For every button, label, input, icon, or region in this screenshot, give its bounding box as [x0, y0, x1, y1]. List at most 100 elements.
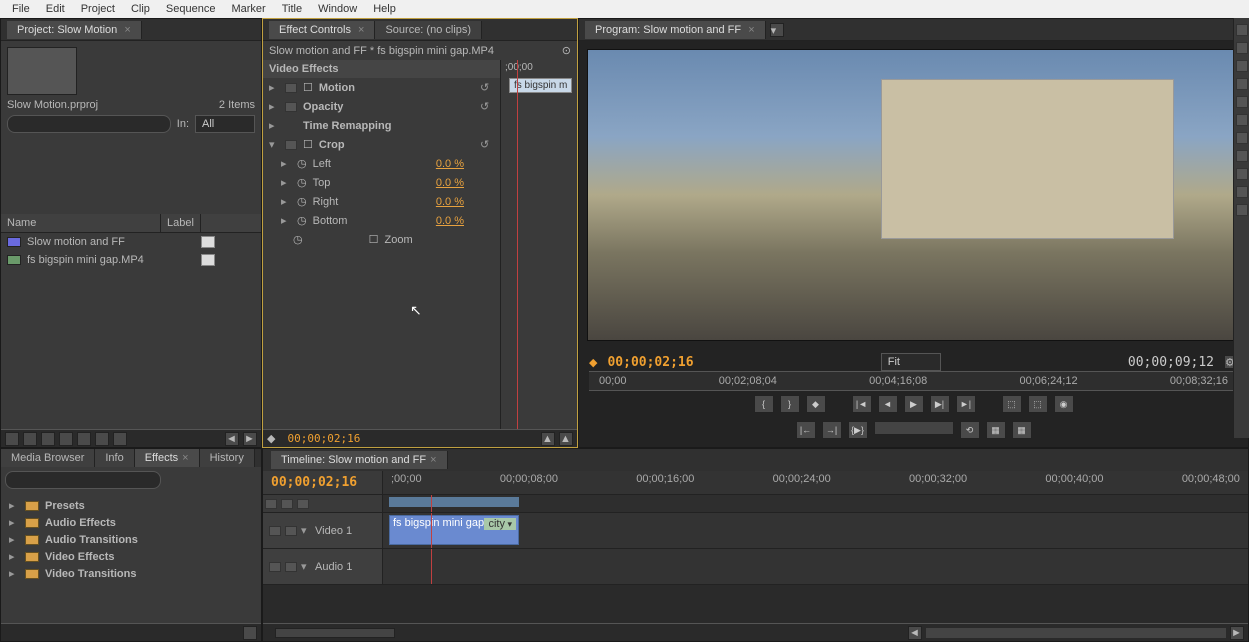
step-back-button[interactable]: ◄ — [878, 395, 898, 413]
menu-edit[interactable]: Edit — [38, 1, 73, 17]
track-mute-icon[interactable] — [269, 562, 281, 572]
folder-video-effects[interactable]: ▸Video Effects — [5, 548, 257, 565]
menu-help[interactable]: Help — [365, 1, 404, 17]
close-icon[interactable]: × — [358, 24, 364, 36]
stopwatch-icon[interactable]: ◷ — [297, 176, 307, 189]
track-visibility-icon[interactable] — [269, 526, 281, 536]
playhead-icon[interactable]: ⊙ — [562, 44, 571, 57]
timeline-clip[interactable]: fs bigspin mini gap.MP4 city ▾ — [389, 515, 519, 545]
track-select-tool[interactable] — [1236, 42, 1248, 54]
crop-bottom-value[interactable]: 0.0 % — [436, 215, 464, 227]
reset-icon[interactable]: ↺ — [480, 81, 494, 94]
timeline-tab[interactable]: Timeline: Slow motion and FF× — [271, 451, 448, 469]
zoom-tool[interactable] — [1236, 204, 1248, 216]
in-filter-dropdown[interactable]: All — [195, 115, 255, 133]
slip-tool[interactable] — [1236, 132, 1248, 144]
extract-button[interactable]: ⬚ — [1028, 395, 1048, 413]
effect-motion[interactable]: ▸☐Motion↺ — [263, 78, 500, 97]
playhead-line[interactable] — [517, 60, 518, 429]
reset-icon[interactable]: ↺ — [480, 100, 494, 113]
hand-tool[interactable] — [1236, 186, 1248, 198]
source-tab[interactable]: Source: (no clips) — [375, 21, 482, 39]
ec-timeline[interactable]: ;00;00 fs bigspin m — [501, 60, 577, 429]
close-icon[interactable]: × — [182, 452, 188, 464]
stopwatch-icon[interactable]: ◷ — [297, 214, 307, 227]
program-viewer[interactable] — [587, 49, 1240, 341]
play-button[interactable]: ▶ — [904, 395, 924, 413]
folder-audio-transitions[interactable]: ▸Audio Transitions — [5, 531, 257, 548]
timeline-playhead[interactable] — [431, 495, 432, 512]
col-name[interactable]: Name — [1, 214, 161, 232]
play-inout-button[interactable]: {▶} — [848, 421, 868, 439]
goto-prev-marker-button[interactable]: |← — [796, 421, 816, 439]
label-swatch[interactable] — [201, 236, 215, 248]
go-to-in-button[interactable]: |◄ — [852, 395, 872, 413]
history-tab[interactable]: History — [200, 449, 255, 467]
stopwatch-icon[interactable]: ◷ — [297, 195, 307, 208]
folder-audio-effects[interactable]: ▸Audio Effects — [5, 514, 257, 531]
shuttle-slider[interactable] — [874, 421, 954, 435]
timeline-scrollbar[interactable] — [926, 628, 1226, 638]
program-ruler[interactable]: 00;00 00;02;08;04 00;04;16;08 00;06;24;1… — [589, 371, 1238, 391]
zoom-in-button[interactable]: ▲ — [559, 432, 573, 446]
mark-out-button[interactable]: } — [780, 395, 800, 413]
icon-view-button[interactable] — [23, 432, 37, 446]
go-to-out-button[interactable]: ►| — [956, 395, 976, 413]
col-label[interactable]: Label — [161, 214, 201, 232]
work-area-bar[interactable] — [383, 495, 1248, 512]
close-icon[interactable]: × — [124, 24, 130, 36]
snap-button[interactable] — [265, 499, 277, 509]
automate-button[interactable] — [41, 432, 55, 446]
new-bin-button[interactable] — [77, 432, 91, 446]
find-button[interactable] — [59, 432, 73, 446]
work-area[interactable] — [389, 497, 519, 507]
menu-project[interactable]: Project — [73, 1, 123, 17]
step-forward-button[interactable]: ▶| — [930, 395, 950, 413]
effects-search-input[interactable] — [5, 471, 161, 489]
nav-prev-button[interactable]: ◄ — [225, 432, 239, 446]
media-browser-tab[interactable]: Media Browser — [1, 449, 95, 467]
effect-time-remapping[interactable]: ▸Time Remapping — [263, 116, 500, 135]
zoom-fit-dropdown[interactable]: Fit — [881, 353, 941, 371]
track-name[interactable]: Video 1 — [315, 525, 352, 537]
stopwatch-icon[interactable]: ◷ — [293, 233, 303, 246]
ripple-edit-tool[interactable] — [1236, 60, 1248, 72]
info-tab[interactable]: Info — [95, 449, 134, 467]
project-tab[interactable]: Project: Slow Motion × — [7, 21, 142, 39]
label-swatch[interactable] — [201, 254, 215, 266]
project-search-input[interactable] — [7, 115, 171, 133]
clip-label-chip[interactable]: city ▾ — [484, 518, 516, 530]
track-lock-icon[interactable] — [285, 562, 297, 572]
wrench-icon[interactable] — [297, 499, 309, 509]
menu-window[interactable]: Window — [310, 1, 365, 17]
slide-tool[interactable] — [1236, 150, 1248, 162]
menu-marker[interactable]: Marker — [223, 1, 273, 17]
goto-next-marker-button[interactable]: →| — [822, 421, 842, 439]
add-marker-button[interactable]: ◆ — [806, 395, 826, 413]
menu-title[interactable]: Title — [274, 1, 310, 17]
mark-in-button[interactable]: { — [754, 395, 774, 413]
rolling-edit-tool[interactable] — [1236, 78, 1248, 90]
scroll-right-button[interactable]: ► — [1230, 626, 1244, 640]
close-icon[interactable]: × — [430, 454, 436, 466]
crop-left-value[interactable]: 0.0 % — [436, 158, 464, 170]
loop-button[interactable]: ⟲ — [960, 421, 980, 439]
scroll-left-button[interactable]: ◄ — [908, 626, 922, 640]
program-tab[interactable]: Program: Slow motion and FF × — [585, 21, 766, 39]
new-bin-button[interactable] — [243, 626, 257, 640]
program-timecode-current[interactable]: 00;00;02;16 — [607, 355, 693, 370]
folder-video-transitions[interactable]: ▸Video Transitions — [5, 565, 257, 582]
new-item-button[interactable] — [95, 432, 109, 446]
lift-button[interactable]: ⬚ — [1002, 395, 1022, 413]
crop-top-value[interactable]: 0.0 % — [436, 177, 464, 189]
timeline-timecode[interactable]: 00;00;02;16 — [271, 475, 357, 490]
effects-tab[interactable]: Effects× — [135, 449, 200, 467]
close-icon[interactable]: × — [748, 24, 754, 36]
razor-tool[interactable] — [1236, 114, 1248, 126]
export-frame-button[interactable]: ◉ — [1054, 395, 1074, 413]
effect-crop[interactable]: ▾☐Crop↺ — [263, 135, 500, 154]
menu-sequence[interactable]: Sequence — [158, 1, 224, 17]
nav-next-button[interactable]: ► — [243, 432, 257, 446]
ec-footer-timecode[interactable]: 00;00;02;16 — [279, 432, 368, 445]
reset-icon[interactable]: ↺ — [480, 138, 494, 151]
